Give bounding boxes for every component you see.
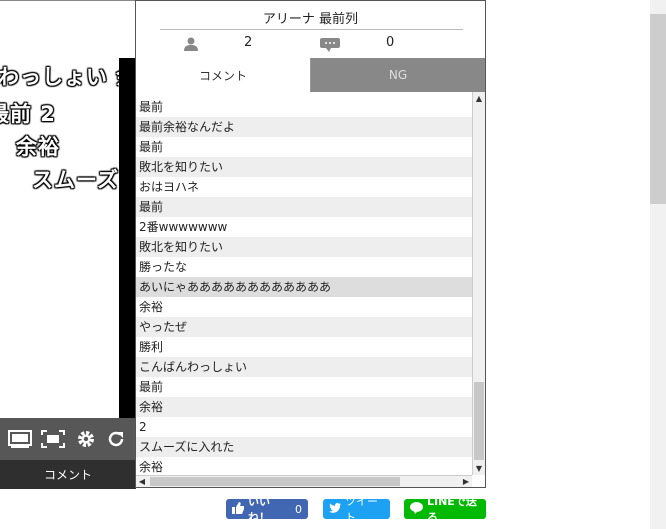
comment-row[interactable]: 敗北を知りたい	[136, 157, 472, 177]
scroll-up-arrow-icon[interactable]: ▲	[473, 92, 485, 104]
comment-row[interactable]: やったぜ	[136, 317, 472, 337]
comment-list-hscroll[interactable]: ◀ ▶	[136, 475, 472, 487]
flow-comment: わっしょい 余	[0, 65, 136, 89]
comment-list[interactable]: 最前 最前余裕なんだよ 最前 敗北を知りたい おはヨハネ 最前 2番wwwwwww 敗北を知り…	[136, 97, 472, 475]
comment-count-icon	[320, 37, 340, 56]
comment-row[interactable]: 2	[136, 417, 472, 437]
line-share-button[interactable]: LINEで送る	[404, 495, 486, 524]
viewer-icon	[184, 36, 198, 55]
comment-toggle-button[interactable]: コメント	[0, 460, 136, 489]
tweet-button[interactable]: ツイート	[323, 495, 390, 524]
tab-comment[interactable]: コメント	[136, 58, 311, 92]
comment-row[interactable]: 勝利	[136, 337, 472, 357]
comment-row[interactable]: 最前	[136, 377, 472, 397]
fullscreen-icon[interactable]	[8, 429, 32, 449]
flow-comment: 余裕	[16, 135, 60, 159]
comment-row[interactable]: 敗北を知りたい	[136, 237, 472, 257]
theater-icon[interactable]	[41, 429, 65, 449]
flow-comment: 最前 2	[0, 102, 56, 126]
player-controls	[0, 418, 136, 460]
tweet-label: ツイート	[345, 495, 378, 524]
viewer-count: 2	[244, 35, 253, 50]
comment-row[interactable]: 2番wwwwwww	[136, 217, 472, 237]
comment-row[interactable]: 余裕	[136, 397, 472, 417]
comment-row[interactable]: スムーズに入れた	[136, 437, 472, 457]
line-chat-icon	[410, 501, 423, 517]
vscroll-thumb[interactable]	[474, 382, 484, 460]
scroll-left-arrow-icon[interactable]: ◀	[136, 476, 148, 487]
reload-icon[interactable]	[104, 429, 128, 449]
comment-row[interactable]: 余裕	[136, 457, 472, 475]
video-player[interactable]: わっしょい 余 最前 2 余裕 スムーズに	[0, 0, 136, 419]
page-scrollbar-thumb[interactable]	[650, 14, 666, 204]
gear-icon[interactable]	[74, 429, 98, 449]
comment-row[interactable]: 最前	[136, 137, 472, 157]
comment-row[interactable]: 勝ったな	[136, 257, 472, 277]
comment-row[interactable]: 最前	[136, 197, 472, 217]
line-share-label: LINEで送る	[427, 495, 477, 524]
comment-panel: アリーナ 最前列 2 0 コメント NG 最前 最前余裕なんだよ 最前 敗北を知りたい…	[135, 0, 486, 488]
comment-row[interactable]: こんばんわっしょい	[136, 357, 472, 377]
comment-row[interactable]: 最前余裕なんだよ	[136, 117, 472, 137]
room-header: アリーナ 最前列 2 0	[136, 1, 485, 59]
comment-row[interactable]: おはヨハネ	[136, 177, 472, 197]
thumbs-up-icon	[232, 501, 244, 517]
like-count: 0	[295, 502, 302, 516]
panel-tabs: コメント NG	[136, 58, 485, 92]
comment-row[interactable]: 最前	[136, 97, 472, 117]
twitter-bird-icon	[329, 502, 341, 516]
scroll-right-arrow-icon[interactable]: ▶	[460, 476, 472, 487]
like-button[interactable]: いいね！ 0	[226, 495, 308, 524]
comment-row[interactable]: 余裕	[136, 297, 472, 317]
comment-count: 0	[386, 35, 395, 50]
comment-row[interactable]: あいにゃああああああああああああ	[136, 277, 472, 297]
room-title: アリーナ 最前列	[262, 12, 359, 27]
video-edge	[119, 58, 136, 419]
comment-list-vscroll[interactable]: ▲ ▼	[472, 92, 485, 475]
hscroll-thumb[interactable]	[150, 477, 400, 486]
tab-ng[interactable]: NG	[311, 58, 485, 92]
like-label: いいね！	[248, 495, 270, 524]
scroll-down-arrow-icon[interactable]: ▼	[473, 462, 485, 474]
header-divider	[160, 29, 463, 30]
